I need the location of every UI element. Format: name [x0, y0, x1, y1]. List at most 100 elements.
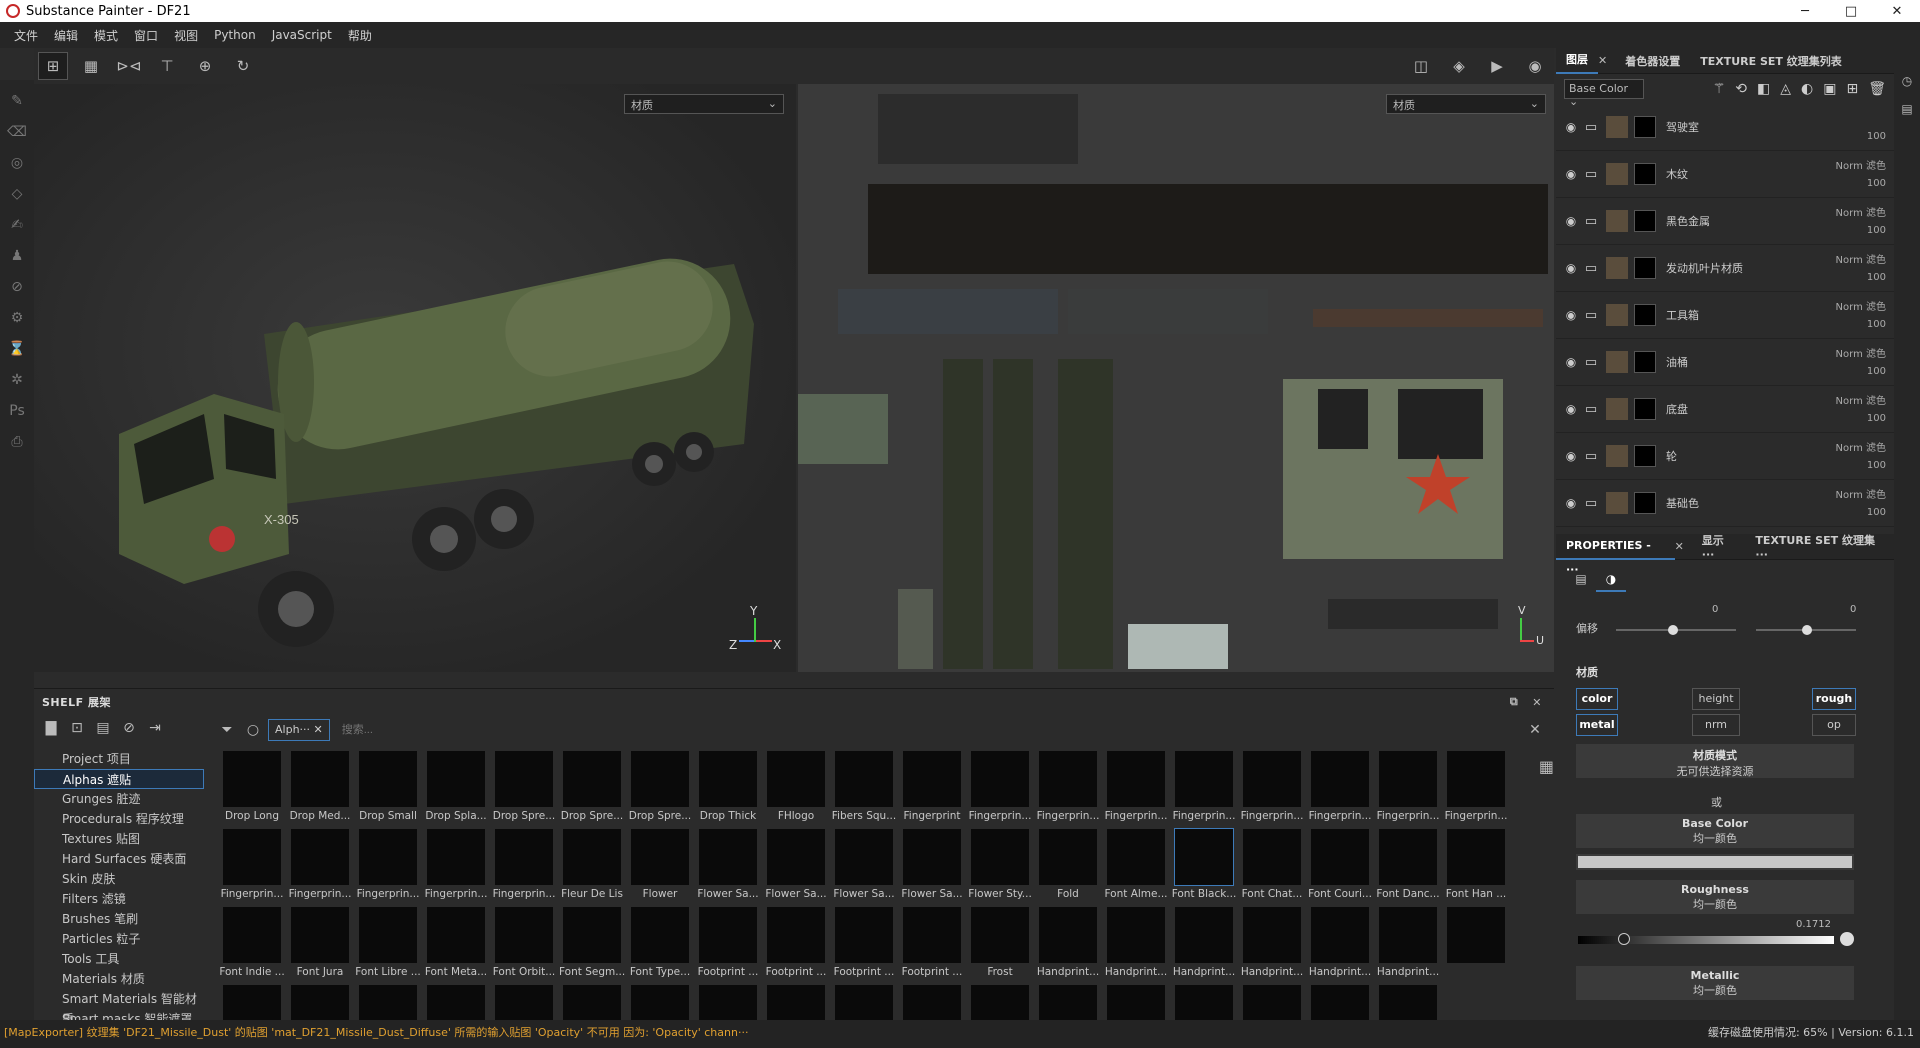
visibility-eye-icon[interactable]: ◉: [1560, 120, 1582, 134]
shelf-tile[interactable]: Footprint ...: [830, 905, 898, 983]
menu-window[interactable]: 窗口: [126, 27, 166, 44]
shelf-tile[interactable]: Flower Sa...: [898, 827, 966, 905]
shelf-category-1[interactable]: Alphas 遮贴: [34, 769, 204, 789]
shelf-tile[interactable]: Handprint...: [1034, 905, 1102, 983]
layer-opacity[interactable]: 100: [1867, 413, 1886, 424]
add-mask-icon[interactable]: ◐: [1801, 81, 1813, 97]
history-panel-icon[interactable]: ◷: [1894, 74, 1920, 88]
shelf-tile[interactable]: Font Meta...: [422, 905, 490, 983]
clone-icon[interactable]: ♟: [7, 246, 27, 266]
layer-opacity[interactable]: 100: [1867, 366, 1886, 377]
shelf-tile[interactable]: Fingerprin...: [1102, 749, 1170, 827]
mirror-y-icon[interactable]: ⊤: [152, 52, 182, 80]
shelf-tile[interactable]: Drop Spre...: [490, 749, 558, 827]
shelf-tile[interactable]: [694, 983, 762, 1021]
shelf-tile[interactable]: Fingerprin...: [1034, 749, 1102, 827]
shelf-tile[interactable]: Handprint...: [1238, 905, 1306, 983]
add-effect-icon[interactable]: ⟲: [1735, 81, 1747, 97]
shelf-tile[interactable]: [762, 983, 830, 1021]
shelf-tile[interactable]: [286, 983, 354, 1021]
shelf-tile[interactable]: Drop Thick: [694, 749, 762, 827]
add-fill-icon[interactable]: ◬: [1780, 81, 1791, 97]
shelf-tile[interactable]: Fingerprin...: [1306, 749, 1374, 827]
folder-icon[interactable]: ▭: [1582, 355, 1600, 370]
visibility-eye-icon[interactable]: ◉: [1560, 449, 1582, 463]
add-folder-icon[interactable]: ▣: [1823, 81, 1836, 97]
shelf-tile[interactable]: Fingerprin...: [1170, 749, 1238, 827]
layer-row[interactable]: ◉ ▭ 油桶 Norm 滤色 100: [1556, 339, 1894, 386]
hide-icon[interactable]: ⊘: [118, 720, 140, 740]
3d-cube-icon[interactable]: ◈: [1444, 52, 1474, 80]
shelf-tile[interactable]: Font Orbit...: [490, 905, 558, 983]
channel-select[interactable]: Base Color ⌄: [1564, 79, 1644, 108]
polygon-fill-icon[interactable]: ◇: [7, 184, 27, 204]
folder-icon[interactable]: ▭: [1582, 449, 1600, 464]
magic-wand-icon[interactable]: ⚚: [1713, 81, 1726, 97]
layer-opacity[interactable]: 100: [1867, 272, 1886, 283]
layer-opacity[interactable]: 100: [1867, 460, 1886, 471]
shelf-category-2[interactable]: Grunges 脏迹: [34, 789, 204, 809]
layer-row[interactable]: ◉ ▭ 基础色 Norm 滤色 100: [1556, 480, 1894, 527]
shelf-category-6[interactable]: Skin 皮肤: [34, 869, 204, 889]
layer-row[interactable]: ◉ ▭ 黑色金属 Norm 滤色 100: [1556, 198, 1894, 245]
shelf-tile[interactable]: Footprint ...: [762, 905, 830, 983]
shelf-tile[interactable]: Drop Long: [218, 749, 286, 827]
shelf-category-9[interactable]: Particles 粒子: [34, 929, 204, 949]
folder-icon[interactable]: ▭: [1582, 496, 1600, 511]
shelf-tile[interactable]: Font Alme...: [1102, 827, 1170, 905]
history-icon[interactable]: ↻: [228, 52, 258, 80]
tab-layers[interactable]: 图层: [1556, 48, 1598, 74]
import-icon[interactable]: ⇥: [144, 720, 166, 740]
shelf-category-8[interactable]: Brushes 笔刷: [34, 909, 204, 929]
mask-tab-icon[interactable]: ◑: [1596, 566, 1626, 592]
shelf-tile[interactable]: Fingerprin...: [966, 749, 1034, 827]
shelf-tile[interactable]: Fingerprin...: [218, 827, 286, 905]
visibility-eye-icon[interactable]: ◉: [1560, 496, 1582, 510]
shelf-search-input[interactable]: [341, 720, 1522, 740]
shelf-tile[interactable]: [1170, 983, 1238, 1021]
material-tab-icon[interactable]: ▤: [1566, 566, 1596, 592]
viewport-2d-uv[interactable]: 材质 ⌄ V U: [798, 84, 1554, 672]
visibility-eye-icon[interactable]: ◉: [1560, 308, 1582, 322]
shelf-tile[interactable]: [966, 983, 1034, 1021]
add-view-icon[interactable]: ⊕: [190, 52, 220, 80]
visibility-eye-icon[interactable]: ◉: [1560, 402, 1582, 416]
shelf-tile[interactable]: Handprint...: [1170, 905, 1238, 983]
shelf-tile[interactable]: [1034, 983, 1102, 1021]
shelf-category-0[interactable]: Project 项目: [34, 749, 204, 769]
clear-search-icon[interactable]: ✕: [1522, 722, 1548, 738]
shelf-tile[interactable]: Font Han ...: [1442, 827, 1510, 905]
shelf-category-11[interactable]: Materials 材质: [34, 969, 204, 989]
shelf-tile[interactable]: Fleur De Lis: [558, 827, 626, 905]
plugin-icon[interactable]: ✲: [7, 370, 27, 390]
shelf-tile[interactable]: Frost: [966, 905, 1034, 983]
layer-row[interactable]: ◉ ▭ 工具箱 Norm 滤色 100: [1556, 292, 1894, 339]
shelf-tile[interactable]: [1374, 983, 1442, 1021]
tab-shader-settings[interactable]: 着色器设置: [1615, 53, 1690, 69]
tab-texture-set[interactable]: TEXTURE SET 纹理集···: [1745, 532, 1894, 561]
layer-opacity[interactable]: 100: [1867, 319, 1886, 330]
close-button[interactable]: ✕: [1874, 4, 1920, 19]
shelf-tile[interactable]: Fingerprin...: [354, 827, 422, 905]
shelf-tile[interactable]: [422, 983, 490, 1021]
folder-icon[interactable]: ▭: [1582, 120, 1600, 135]
shelf-tile[interactable]: Handprint...: [1374, 905, 1442, 983]
log-panel-icon[interactable]: ▤: [1894, 102, 1920, 116]
menu-help[interactable]: 帮助: [340, 27, 380, 44]
shelf-tile[interactable]: [1442, 905, 1510, 983]
roughness-picker-icon[interactable]: [1840, 932, 1854, 946]
shelf-tile[interactable]: Font Black...: [1170, 827, 1238, 905]
shelf-tile[interactable]: Font Type...: [626, 905, 694, 983]
tab-properties[interactable]: PROPERTIES - ···: [1556, 534, 1675, 576]
menu-file[interactable]: 文件: [6, 27, 46, 44]
shelf-tile[interactable]: Fingerprin...: [1238, 749, 1306, 827]
channel-metal-toggle[interactable]: metal: [1576, 714, 1618, 736]
circle-filter-icon[interactable]: ○: [240, 722, 266, 738]
channel-color-toggle[interactable]: color: [1576, 688, 1618, 710]
shelf-tile[interactable]: Footprint ...: [694, 905, 762, 983]
roughness-slider[interactable]: [1578, 933, 1834, 945]
shelf-tile[interactable]: [218, 983, 286, 1021]
shelf-tile[interactable]: Flower Sty...: [966, 827, 1034, 905]
shelf-tile[interactable]: Font Jura: [286, 905, 354, 983]
viewport-3d[interactable]: 材质 ⌄ X-305 Y Z X: [34, 84, 796, 672]
